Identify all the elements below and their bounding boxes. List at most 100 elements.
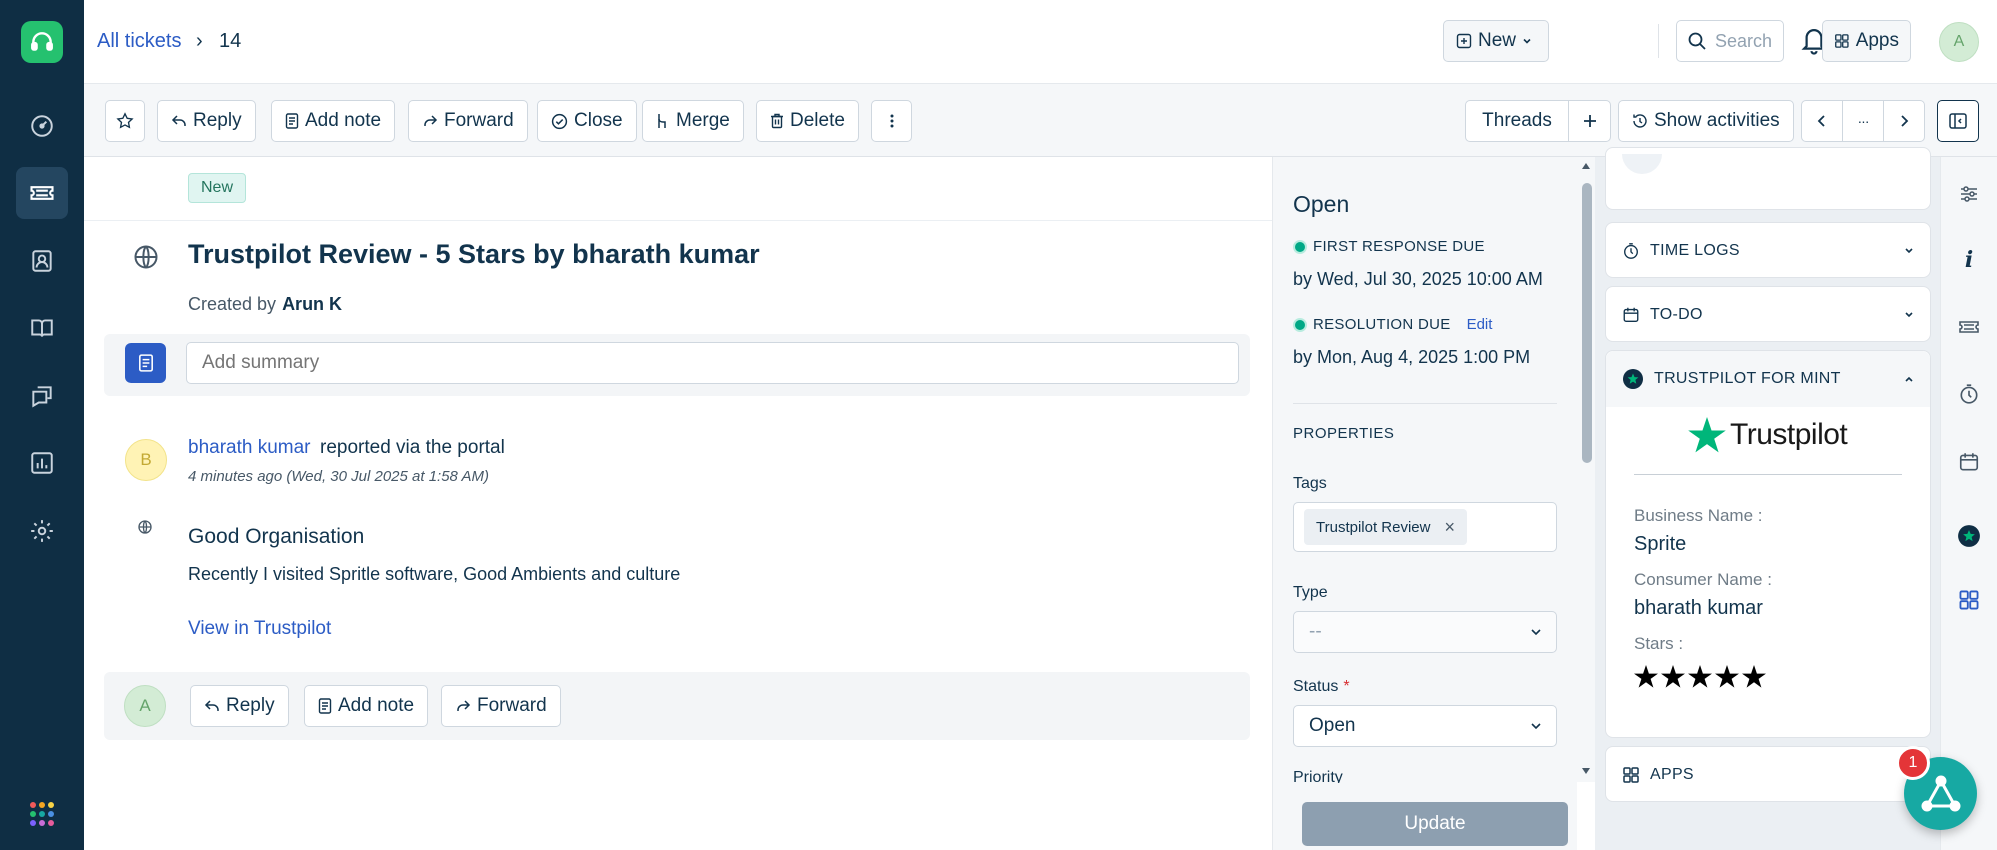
status-value: Open	[1309, 715, 1356, 736]
divider	[1634, 474, 1902, 475]
threads-button[interactable]: Threads	[1465, 100, 1569, 142]
trustpilot-badge-icon[interactable]	[1954, 521, 1984, 551]
status-select[interactable]: Open	[1293, 705, 1557, 747]
scroll-up-icon[interactable]	[1581, 162, 1591, 170]
plus-icon	[1583, 115, 1596, 127]
type-select[interactable]: --	[1293, 611, 1557, 653]
forward-button[interactable]: Forward	[441, 685, 561, 727]
previous-ticket-button[interactable]	[1801, 100, 1843, 142]
forward-button[interactable]: Forward	[408, 100, 528, 142]
business-name-value: Sprite	[1634, 533, 1687, 555]
nav-solutions[interactable]	[16, 302, 68, 354]
note-icon	[285, 113, 299, 129]
history-icon	[1633, 114, 1647, 128]
close-label: Close	[574, 110, 623, 131]
info-icon[interactable]: i	[1954, 245, 1984, 275]
user-avatar[interactable]: A	[1939, 22, 1979, 62]
forward-icon	[457, 700, 471, 711]
reply-icon	[204, 700, 219, 711]
tag-label: Trustpilot Review	[1316, 518, 1431, 536]
apps-button[interactable]: Apps	[1822, 20, 1911, 62]
summary-input[interactable]	[186, 342, 1239, 384]
forward-label: Forward	[444, 110, 514, 131]
update-button[interactable]: Update	[1302, 802, 1568, 846]
time-logs-widget[interactable]: TIME LOGS	[1605, 222, 1931, 278]
add-note-button[interactable]: Add note	[304, 685, 429, 727]
more-actions-button[interactable]	[871, 100, 912, 142]
trustpilot-star-icon	[1688, 417, 1726, 453]
add-note-button[interactable]: Add note	[271, 100, 396, 142]
globe-icon	[137, 519, 153, 535]
trustpilot-widget-title: TRUSTPILOT FOR MINT	[1654, 370, 1841, 387]
star-icon	[1661, 665, 1685, 688]
delete-button[interactable]: Delete	[756, 100, 859, 142]
reply-button[interactable]: Reply	[157, 100, 256, 142]
forward-label: Forward	[477, 695, 547, 716]
resolution-date: by Mon, Aug 4, 2025 1:00 PM	[1293, 347, 1531, 367]
todo-widget[interactable]: TO-DO	[1605, 286, 1931, 342]
chevron-down-icon	[1905, 312, 1913, 318]
nav-reports[interactable]	[16, 437, 68, 489]
toggle-sidebar-button[interactable]	[1937, 100, 1979, 142]
plus-square-icon	[1456, 33, 1472, 49]
close-button[interactable]: Close	[537, 100, 637, 142]
nav-tickets[interactable]	[16, 167, 68, 219]
ticket-icon[interactable]	[1954, 312, 1984, 342]
left-nav	[0, 0, 84, 850]
add-note-label: Add note	[338, 695, 415, 716]
gear-icon	[31, 520, 53, 542]
reply-button[interactable]: Reply	[190, 685, 289, 727]
reply-label: Reply	[193, 110, 242, 131]
show-activities-button[interactable]: Show activities	[1618, 100, 1794, 142]
breadcrumb-all-tickets[interactable]: All tickets	[97, 30, 181, 53]
chevron-up-icon	[1905, 376, 1913, 382]
apps-widget[interactable]: APPS	[1605, 746, 1931, 802]
search-input[interactable]: Search	[1676, 20, 1784, 62]
resolution-due: RESOLUTION DUE Edit	[1293, 316, 1492, 333]
calendar-icon[interactable]	[1954, 447, 1984, 477]
nav-contacts[interactable]	[16, 235, 68, 287]
filter-sliders-icon[interactable]	[1954, 179, 1984, 209]
check-circle-icon	[551, 113, 568, 129]
star-icon	[1742, 665, 1766, 688]
view-in-trustpilot-link[interactable]: View in Trustpilot	[188, 618, 331, 640]
star-button[interactable]	[105, 100, 145, 142]
created-by: Created by Arun K	[188, 294, 342, 315]
message-author[interactable]: bharath kumar	[188, 437, 311, 459]
resolution-edit-link[interactable]: Edit	[1467, 316, 1493, 333]
delete-label: Delete	[790, 110, 845, 131]
stopwatch-icon[interactable]	[1954, 379, 1984, 409]
next-ticket-button[interactable]	[1883, 100, 1925, 142]
avatar: A	[124, 685, 166, 727]
status-label-text: Status	[1293, 678, 1339, 695]
tag-chip: Trustpilot Review ×	[1304, 509, 1467, 545]
ticket-list-button[interactable]: ···	[1842, 100, 1884, 142]
tags-field[interactable]: Trustpilot Review ×	[1293, 502, 1557, 552]
sidebar-panel-icon	[1949, 113, 1967, 129]
add-thread-button[interactable]	[1568, 100, 1611, 142]
scrollbar-thumb[interactable]	[1582, 183, 1592, 463]
summary-box	[104, 334, 1250, 396]
apps-grid-icon[interactable]	[1954, 585, 1984, 615]
trustpilot-widget-header[interactable]: TRUSTPILOT FOR MINT	[1606, 351, 1930, 407]
nav-discussions[interactable]	[16, 370, 68, 422]
divider	[84, 220, 1272, 221]
star-icon	[1688, 665, 1712, 688]
nav-admin[interactable]	[16, 505, 68, 557]
headset-icon[interactable]	[21, 21, 63, 63]
reply-label: Reply	[226, 695, 275, 716]
dots-grid-icon[interactable]	[30, 802, 54, 826]
nav-dashboard[interactable]	[16, 100, 68, 152]
created-by-label: Created by	[188, 294, 277, 314]
chevron-left-icon	[1817, 115, 1825, 127]
merge-button[interactable]: Merge	[642, 100, 744, 142]
scroll-down-icon[interactable]	[1581, 767, 1591, 775]
show-activities-label: Show activities	[1654, 110, 1780, 131]
conversation-pane: New Trustpilot Review - 5 Stars by bhara…	[84, 157, 1272, 850]
properties-heading: PROPERTIES	[1293, 425, 1395, 442]
tag-remove-icon[interactable]: ×	[1444, 517, 1455, 538]
sla-dot-icon	[1293, 239, 1307, 254]
summary-note-icon[interactable]	[125, 343, 166, 383]
new-button[interactable]: New	[1443, 20, 1549, 62]
reply-icon	[171, 115, 186, 126]
